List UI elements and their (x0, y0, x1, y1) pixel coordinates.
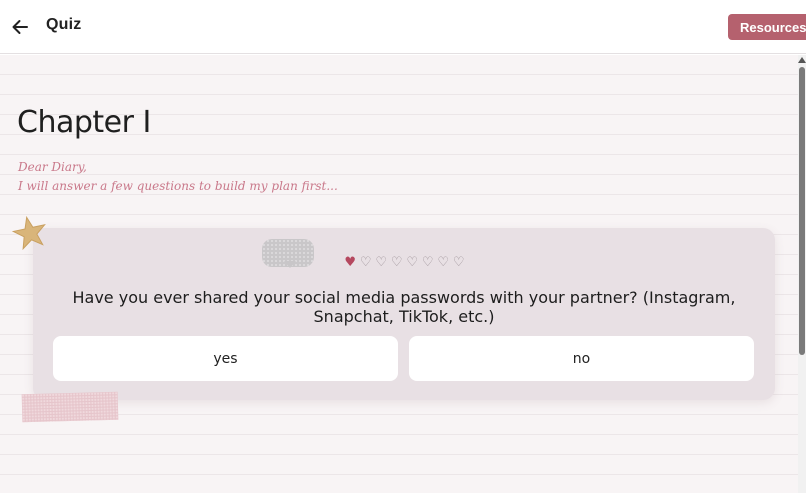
resources-button[interactable]: Resources (728, 14, 806, 40)
answer-yes-button[interactable]: yes (53, 336, 398, 381)
top-bar: Quiz Resources (0, 0, 806, 54)
question-text: Have you ever shared your social media p… (72, 288, 736, 326)
diary-line-1: Dear Diary, (18, 160, 87, 174)
heart-outline-icon: ♡ (421, 255, 434, 270)
star-sticker-icon (12, 215, 46, 251)
quiz-content: Chapter I Dear Diary, I will answer a fe… (0, 55, 798, 493)
diary-intro: Dear Diary, I will answer a few question… (18, 158, 338, 196)
vertical-scrollbar[interactable] (798, 55, 806, 493)
scroll-up-icon[interactable] (798, 55, 806, 65)
answer-no-button[interactable]: no (409, 336, 754, 381)
heart-filled-icon: ♥ (344, 255, 357, 270)
pink-tape-sticker (21, 391, 119, 423)
heart-outline-icon: ♡ (390, 255, 403, 270)
heart-outline-icon: ♡ (359, 255, 372, 270)
question-progress: ♥ ♡ ♡ ♡ ♡ ♡ ♡ ♡ (343, 255, 466, 271)
heart-outline-icon: ♡ (375, 255, 388, 270)
chapter-title: Chapter I (17, 105, 151, 140)
heart-outline-icon: ♡ (452, 255, 465, 270)
scroll-thumb[interactable] (799, 67, 805, 355)
gray-tape-tail (284, 261, 296, 268)
arrow-left-icon (12, 20, 28, 34)
back-button[interactable] (8, 15, 32, 39)
heart-outline-icon: ♡ (406, 255, 419, 270)
page-title: Quiz (46, 16, 82, 33)
heart-outline-icon: ♡ (437, 255, 450, 270)
diary-line-2: I will answer a few questions to build m… (18, 179, 338, 193)
